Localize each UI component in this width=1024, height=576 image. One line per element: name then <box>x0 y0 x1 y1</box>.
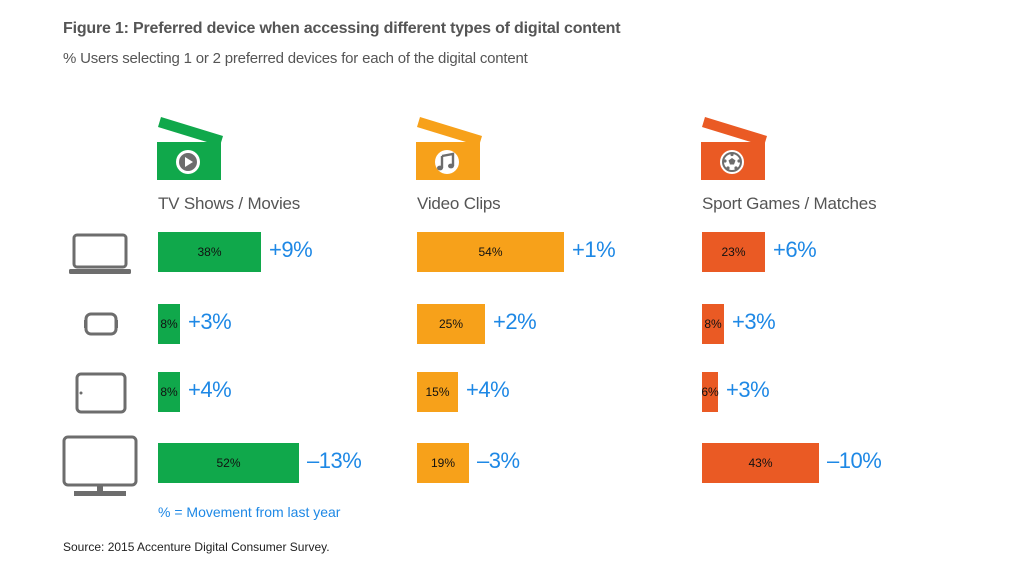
category-label: Sport Games / Matches <box>702 194 877 213</box>
bar-value-label: 52% <box>216 456 241 470</box>
play-icon <box>176 150 200 174</box>
bar-value-label: 19% <box>430 456 456 470</box>
bar-value-label: 43% <box>748 456 773 470</box>
clapperboard-icon <box>416 115 482 188</box>
bar-value-label: 15% <box>425 385 450 399</box>
bar-value-label: 23% <box>721 245 746 259</box>
soccer-ball-icon <box>720 150 744 174</box>
bar: 15% <box>417 372 458 412</box>
bar-value-label: 25% <box>438 317 464 331</box>
bar: 19% <box>417 443 469 483</box>
clapperboard-icon <box>157 115 223 188</box>
bar-value-label: 54% <box>478 245 503 259</box>
bar: 54% <box>417 232 564 272</box>
bar-value-label: 38% <box>197 245 222 259</box>
chart-title: Figure 1: Preferred device when accessin… <box>63 20 621 37</box>
movement-label: +3% <box>188 309 232 334</box>
movement-label: +2% <box>493 309 537 334</box>
bar: 8% <box>158 304 180 344</box>
movement-label: +6% <box>773 237 817 262</box>
bar: 25% <box>417 304 485 344</box>
bar-value-label: 8% <box>160 317 178 331</box>
movement-label: +3% <box>732 309 776 334</box>
category-label: Video Clips <box>417 194 501 213</box>
bar: 43% <box>702 443 819 483</box>
laptop-icon <box>68 233 132 280</box>
bar-value-label: 6% <box>701 385 719 399</box>
movement-label: +3% <box>726 377 770 402</box>
tv-icon <box>62 435 138 502</box>
music-note-icon <box>435 150 459 174</box>
bar: 52% <box>158 443 299 483</box>
bar: 23% <box>702 232 765 272</box>
movement-label: +1% <box>572 237 616 262</box>
movement-label: +9% <box>269 237 313 262</box>
smartphone-icon <box>83 312 119 341</box>
category-label: TV Shows / Movies <box>158 194 301 213</box>
bar-value-label: 8% <box>160 385 178 399</box>
movement-label: –13% <box>307 448 362 473</box>
movement-label: –3% <box>477 448 520 473</box>
bar: 8% <box>158 372 180 412</box>
source-note: Source: 2015 Accenture Digital Consumer … <box>63 540 330 554</box>
bar: 38% <box>158 232 261 272</box>
movement-legend-note: % = Movement from last year <box>158 504 341 520</box>
movement-label: +4% <box>466 377 510 402</box>
tablet-icon <box>75 372 127 419</box>
bar: 8% <box>702 304 724 344</box>
chart-subtitle: % Users selecting 1 or 2 preferred devic… <box>63 50 528 67</box>
movement-label: +4% <box>188 377 232 402</box>
bar-value-label: 8% <box>704 317 722 331</box>
movement-label: –10% <box>827 448 882 473</box>
clapperboard-icon <box>701 115 767 188</box>
bar: 6% <box>701 372 719 412</box>
